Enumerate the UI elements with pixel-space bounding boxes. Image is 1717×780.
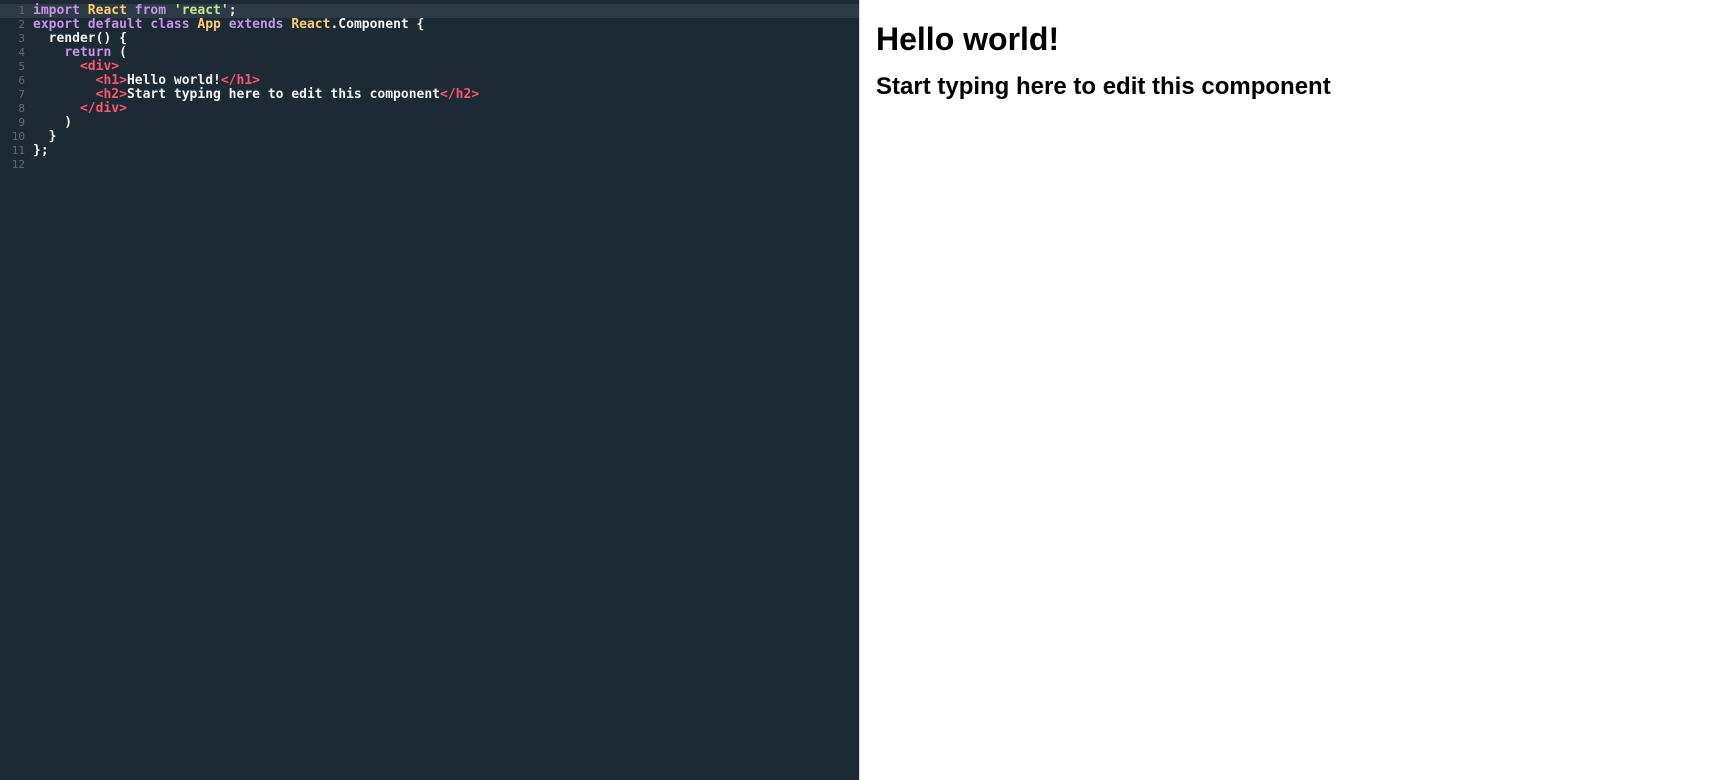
preview-subheading: Start typing here to edit this component <box>876 73 1331 100</box>
code-line[interactable]: 6 <h1>Hello world!</h1> <box>0 74 859 88</box>
code-content: <h2>Start typing here to edit this compo… <box>33 88 859 102</box>
preview-pane: Hello world! Start typing here to edit t… <box>859 0 1717 780</box>
code-line[interactable]: 9 ) <box>0 116 859 130</box>
line-number: 7 <box>18 88 25 101</box>
code-content: ) <box>33 116 859 130</box>
line-number: 12 <box>11 158 25 171</box>
code-token: Start typing here to edit this component <box>126 87 441 102</box>
line-number: 11 <box>11 144 25 157</box>
code-token: </h1> <box>220 73 260 88</box>
code-content: <div> <box>33 60 859 74</box>
code-token: <h2> <box>95 87 127 102</box>
code-content: }; <box>33 144 859 158</box>
line-number: 4 <box>18 46 25 59</box>
code-token: render() { <box>33 31 127 46</box>
line-number: 9 <box>18 116 25 129</box>
code-line[interactable]: 2 export default class App extends React.… <box>0 18 859 32</box>
code-token: App <box>197 17 221 32</box>
code-content: import React from 'react'; <box>33 4 859 18</box>
code-token: class <box>150 17 190 32</box>
code-token: ( <box>111 45 127 60</box>
code-line[interactable]: 12 <box>0 158 859 172</box>
code-content: } <box>33 130 859 144</box>
line-number: 3 <box>18 32 25 45</box>
line-number: 5 <box>18 60 25 73</box>
code-token: <div> <box>79 59 120 74</box>
code-content: <h1>Hello world!</h1> <box>33 74 859 88</box>
code-token: from <box>134 3 167 18</box>
code-token: ) <box>33 115 73 130</box>
code-token: .Component { <box>330 17 425 32</box>
code-content: return ( <box>33 46 859 60</box>
code-token: <h1> <box>95 73 127 88</box>
line-number: 2 <box>18 18 25 31</box>
code-line[interactable]: 10 } <box>0 130 859 144</box>
code-token: React <box>291 17 331 32</box>
code-line[interactable]: 8 </div> <box>0 102 859 116</box>
code-line[interactable]: 7 <h2>Start typing here to edit this com… <box>0 88 859 102</box>
code-content: </div> <box>33 102 859 116</box>
code-token: 'react' <box>173 3 229 18</box>
code-editor[interactable]: 1 import React from 'react'; 2 export defau… <box>0 0 859 780</box>
code-token: default <box>87 17 143 32</box>
code-token: return <box>64 45 112 60</box>
preview-heading: Hello world! <box>876 21 1060 57</box>
code-token: }; <box>33 143 49 158</box>
code-token: ; <box>228 3 237 18</box>
line-number: 10 <box>11 130 25 143</box>
code-token: import <box>33 3 80 18</box>
line-number: 8 <box>18 102 25 115</box>
code-line[interactable]: 5 <div> <box>0 60 859 74</box>
code-token: export <box>33 17 80 32</box>
app-window: 1 import React from 'react'; 2 export defau… <box>0 0 1717 780</box>
code-line[interactable]: 3 render() { <box>0 32 859 46</box>
code-content: render() { <box>33 32 859 46</box>
code-token: </h2> <box>440 87 480 102</box>
code-token: </div> <box>79 101 127 116</box>
code-line[interactable]: 11}; <box>0 144 859 158</box>
code-token: Hello world! <box>126 73 221 88</box>
code-content: export default class App extends React.C… <box>33 18 859 32</box>
line-number: 1 <box>18 4 25 17</box>
code-token: } <box>33 129 57 144</box>
code-content <box>33 158 859 172</box>
line-number: 6 <box>18 74 25 87</box>
code-token: React <box>87 3 127 18</box>
code-line[interactable]: 4 return ( <box>0 46 859 60</box>
code-token: extends <box>228 17 284 32</box>
code-line[interactable]: 1 import React from 'react'; <box>0 4 859 18</box>
